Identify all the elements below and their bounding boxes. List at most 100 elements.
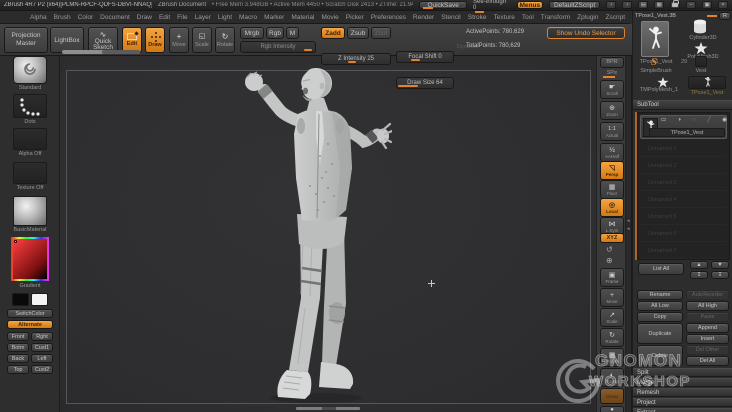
pen-icon[interactable]: ╱	[707, 117, 710, 123]
aahalf-button[interactable]: ½ AAHalf	[600, 143, 624, 162]
zsub-button[interactable]: Zsub	[347, 27, 369, 39]
solo-button[interactable]: ●Solo	[600, 406, 624, 412]
magnify-icon[interactable]: ⊕	[606, 256, 613, 265]
menu-material[interactable]: Material	[291, 14, 314, 21]
menu-edit[interactable]: Edit	[159, 14, 170, 21]
shade-icon[interactable]: ◑	[678, 117, 681, 123]
menu-transform[interactable]: Transform	[541, 14, 570, 21]
merge-section[interactable]: Merge	[633, 378, 732, 387]
subtool-ghost-row[interactable]: Unnamed 7	[640, 243, 727, 259]
menu-file[interactable]: File	[177, 14, 187, 21]
del-all-button[interactable]: Del All	[686, 356, 729, 366]
menu-render[interactable]: Render	[413, 14, 434, 21]
spix-slider[interactable]: SPix	[601, 70, 623, 78]
vest-thumb[interactable]	[695, 56, 707, 67]
simplebrush-thumb[interactable]: S	[651, 56, 657, 68]
menu-draw[interactable]: Draw	[137, 14, 152, 21]
extract-section[interactable]: Extract	[633, 408, 732, 412]
active-tool-thumb[interactable]	[641, 21, 669, 57]
subtool-section-header[interactable]: SubTool	[633, 100, 732, 110]
palette-config-icon[interactable]: ▦	[654, 1, 665, 9]
current-material-thumb[interactable]	[13, 196, 47, 226]
color-picker[interactable]	[11, 237, 49, 281]
prev-icon[interactable]: ‹	[606, 1, 617, 9]
rgb-intensity-slider[interactable]: Rgb Intensity	[240, 41, 316, 53]
subtool-bottom-button[interactable]: ↧	[711, 271, 729, 279]
polyf-button[interactable]: ▦ PolyF	[600, 348, 624, 367]
current-brush-thumb[interactable]	[13, 56, 47, 84]
restore-icon[interactable]: ▣	[702, 1, 713, 9]
menu-zplugin[interactable]: Zplugin	[577, 14, 598, 21]
ghost-button[interactable]: Ghost	[600, 388, 624, 404]
default-zscript-button[interactable]: DefaultZScript	[548, 1, 601, 9]
view-bottom-button[interactable]: Botm	[7, 343, 29, 352]
duplicate-button[interactable]: Duplicate	[637, 323, 683, 344]
document-canvas[interactable]	[60, 56, 596, 412]
menu-movie[interactable]: Movie	[321, 14, 338, 21]
tray-scrollbar[interactable]	[62, 50, 140, 54]
lock-icon[interactable]	[670, 0, 681, 9]
subtool-ghost-row[interactable]: Unnamed 2	[640, 158, 727, 174]
gradient-label[interactable]: Gradient	[0, 283, 60, 289]
view-cust1-button[interactable]: Cust1	[31, 343, 53, 352]
menu-picker[interactable]: Picker	[346, 14, 364, 21]
project-section[interactable]: Project	[633, 398, 732, 407]
zoom-button[interactable]: ⊕ Zoom	[600, 101, 624, 120]
all-low-button[interactable]: All Low	[637, 301, 683, 311]
view-right-button[interactable]: Rght	[31, 332, 53, 341]
quicksave-button[interactable]: QuickSave	[419, 1, 468, 9]
floor-button[interactable]: ▦ Floor	[600, 180, 624, 199]
scale-3d-button[interactable]: ↗ Scale	[600, 308, 624, 327]
copy-button[interactable]: Copy	[637, 312, 683, 322]
see-through-slider[interactable]: See-through 0	[473, 0, 511, 13]
move-button[interactable]: + Move	[169, 27, 189, 53]
view-left-button[interactable]: Left	[31, 354, 53, 363]
autoreorder-button[interactable]: AutoReorder	[686, 290, 729, 300]
palette-grid-icon[interactable]: ▤	[638, 1, 649, 9]
main-color-swatch[interactable]	[12, 293, 29, 306]
actual-button[interactable]: 1:1 Actual	[600, 122, 624, 141]
frame-button[interactable]: ▣ Frame	[600, 268, 624, 287]
insert-button[interactable]: Insert	[686, 334, 729, 344]
subtool-top-button[interactable]: ↥	[690, 271, 708, 279]
menu-marker[interactable]: Marker	[264, 14, 284, 21]
polypaint-icon[interactable]: ▭	[661, 117, 666, 123]
view-cust2-button[interactable]: Cust2	[31, 365, 53, 374]
delete-button[interactable]: Delete	[637, 345, 683, 366]
visibility-icon[interactable]: ◉	[722, 117, 727, 123]
xyz-button[interactable]: XYZ	[600, 233, 624, 243]
menu-alpha[interactable]: Alpha	[30, 14, 47, 21]
subtool-down-button[interactable]: ▼	[711, 261, 729, 269]
minimize-icon[interactable]: –	[686, 1, 697, 9]
uv-icon[interactable]: ○	[693, 117, 696, 123]
rgb-button[interactable]: Rgb	[266, 27, 284, 39]
scale-button[interactable]: ◱ Scale	[192, 27, 212, 53]
subtool-ghost-row[interactable]: Unnamed 5	[640, 209, 727, 225]
alternate-button[interactable]: Alternate	[7, 320, 53, 329]
menu-preferences[interactable]: Preferences	[371, 14, 406, 21]
menu-stencil[interactable]: Stencil	[441, 14, 461, 21]
menu-stroke[interactable]: Stroke	[468, 14, 487, 21]
current-stroke-thumb[interactable]	[13, 94, 47, 118]
persp-button[interactable]: ◹ Persp	[600, 161, 624, 180]
remesh-section[interactable]: Remesh	[633, 388, 732, 397]
view-back-button[interactable]: Back	[7, 354, 29, 363]
show-undo-selector-button[interactable]: Show Undo Selector	[547, 27, 625, 39]
subtool-ghost-row[interactable]: Unnamed 3	[640, 175, 727, 191]
bpr-button[interactable]: BPR	[600, 57, 624, 68]
rename-button[interactable]: Rename	[637, 290, 683, 300]
zadd-button[interactable]: Zadd	[321, 27, 345, 39]
del-other-button[interactable]: Del Other	[686, 345, 729, 355]
split-section[interactable]: Split	[633, 368, 732, 377]
tool-panel-header[interactable]: TPose1_Vest.3B R	[635, 11, 731, 20]
menu-tool[interactable]: Tool	[522, 14, 534, 21]
subtool-ghost-row[interactable]: Unnamed 4	[640, 192, 727, 208]
menu-macro[interactable]: Macro	[239, 14, 257, 21]
canvas-scrollbar[interactable]	[296, 407, 360, 410]
menus-button[interactable]: Menus	[516, 1, 543, 9]
rotate-button[interactable]: ↻ Rotate	[215, 27, 235, 53]
menu-zscript[interactable]: Zscript	[606, 14, 626, 21]
current-alpha-thumb[interactable]	[13, 128, 47, 150]
secondary-color-swatch[interactable]	[31, 293, 48, 306]
move-3d-button[interactable]: + Move	[600, 288, 624, 307]
